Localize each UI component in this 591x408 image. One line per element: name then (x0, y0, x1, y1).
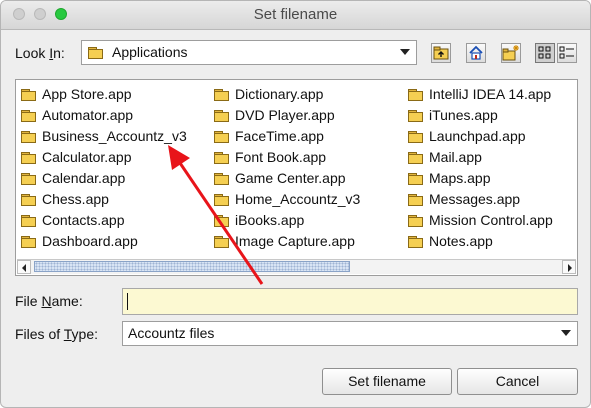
annotation-arrow-icon (168, 145, 264, 285)
